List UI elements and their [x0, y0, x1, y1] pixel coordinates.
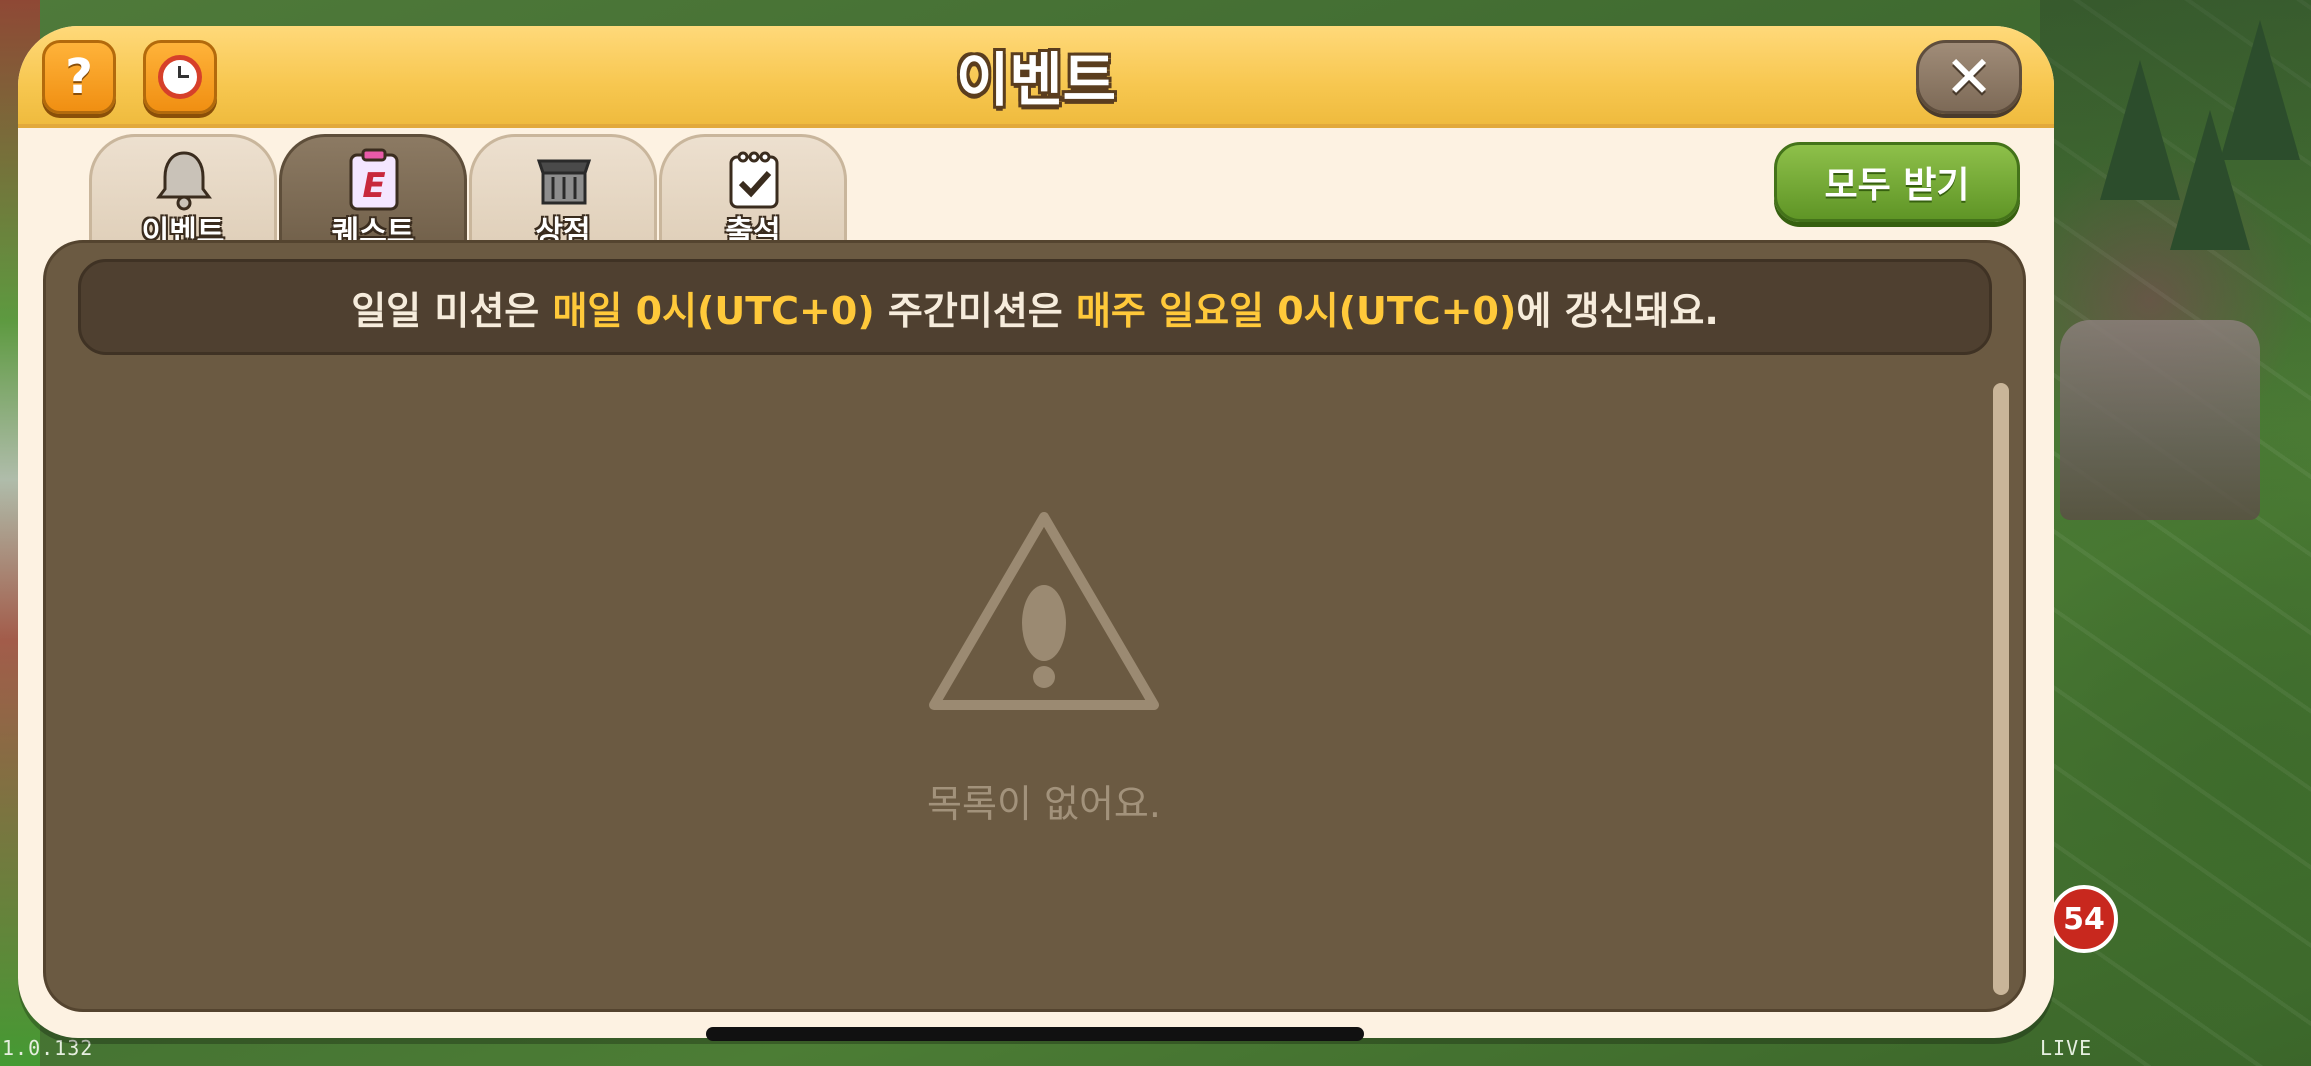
alarm-button[interactable]	[143, 40, 217, 114]
close-button[interactable]: ✕	[1916, 40, 2022, 114]
version-label: 1.0.132	[2, 1036, 94, 1060]
calendar-check-icon	[729, 151, 779, 209]
modal-title: 이벤트	[955, 46, 1117, 114]
close-icon: ✕	[1944, 43, 1994, 111]
background-tree	[2220, 20, 2300, 160]
bell-icon	[156, 151, 212, 211]
alarm-clock-icon	[158, 55, 202, 99]
notification-badge[interactable]: 54	[2050, 885, 2118, 953]
live-label: LIVE	[2040, 1036, 2093, 1060]
notice-text: 일일 미션은	[351, 288, 553, 333]
quest-icon-letter: E	[362, 166, 385, 206]
help-button[interactable]: ?	[42, 40, 116, 114]
shop-basket-icon	[536, 159, 592, 205]
notice-text: 주간미션은	[874, 288, 1076, 333]
home-indicator[interactable]	[706, 1027, 1364, 1041]
background-house	[2060, 320, 2260, 520]
background-tree	[2100, 60, 2180, 200]
scrollbar[interactable]	[1993, 383, 2009, 995]
question-icon: ?	[65, 49, 93, 105]
notice-highlight: 매주 일요일 0시(UTC+0)	[1075, 288, 1517, 333]
empty-message: 목록이 없어요.	[927, 782, 1161, 826]
reset-notice: 일일 미션은 매일 0시(UTC+0) 주간미션은 매주 일요일 0시(UTC+…	[78, 259, 1992, 355]
notice-text: 에 갱신돼요.	[1516, 288, 1719, 333]
notice-highlight: 매일 0시(UTC+0)	[552, 288, 875, 333]
warning-icon	[929, 512, 1159, 710]
quest-panel: 일일 미션은 매일 0시(UTC+0) 주간미션은 매주 일요일 0시(UTC+…	[43, 240, 2026, 1012]
claim-all-button[interactable]: 모두 받기	[1774, 142, 2020, 222]
quest-clipboard-icon: E	[349, 148, 399, 211]
event-modal: 이벤트 ? ✕ 이벤트 E 퀘스트 상점 출석 모두 받기 일일 미션은 매일 …	[18, 26, 2054, 1038]
modal-header: 이벤트 ? ✕	[18, 26, 2054, 128]
